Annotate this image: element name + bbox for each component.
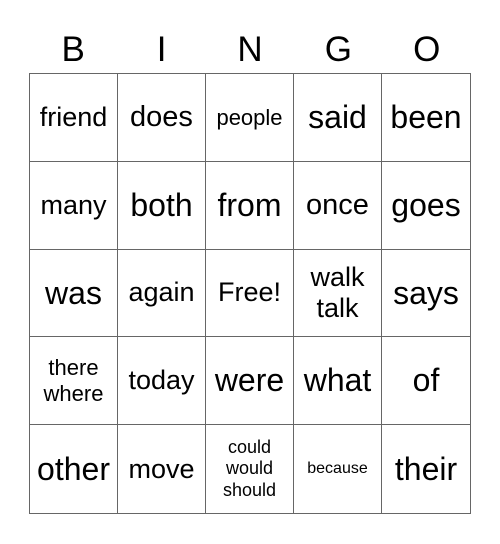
bingo-cell: said [294, 74, 382, 162]
bingo-cell: goes [382, 162, 470, 250]
bingo-cell: what [294, 337, 382, 426]
bingo-cell: of [382, 337, 470, 426]
bingo-cell: was [30, 249, 118, 338]
bingo-header: B I N G O [29, 30, 471, 70]
bingo-cell: walk talk [294, 249, 382, 338]
bingo-cell: both [118, 161, 206, 250]
header-letter-n: N [237, 30, 263, 69]
bingo-cell: from [206, 161, 294, 250]
bingo-cell: other [30, 425, 118, 513]
bingo-cell: does [118, 74, 206, 162]
bingo-grid: friend does people said been many both f… [29, 73, 471, 514]
bingo-cell: were [206, 337, 294, 426]
bingo-cell: there where [30, 337, 118, 426]
bingo-cell: been [382, 74, 470, 162]
free-space-cell: Free! [206, 249, 294, 338]
bingo-cell: their [394, 450, 458, 487]
bingo-cell: because [294, 425, 382, 513]
bingo-cell: again [118, 249, 206, 338]
bingo-cell: says [382, 250, 470, 338]
bingo-cell: friend [30, 74, 118, 162]
bingo-cell: people [206, 74, 294, 162]
header-letter-i: I [156, 30, 167, 69]
header-letter-b: B [61, 30, 85, 69]
bingo-cell: once [294, 161, 382, 250]
header-letter-g: G [324, 30, 352, 69]
bingo-cell: today [118, 337, 206, 426]
bingo-cell: many [30, 161, 118, 250]
bingo-cell: move [118, 425, 206, 513]
header-letter-o: O [413, 30, 441, 69]
bingo-cell: could would should [206, 425, 294, 513]
